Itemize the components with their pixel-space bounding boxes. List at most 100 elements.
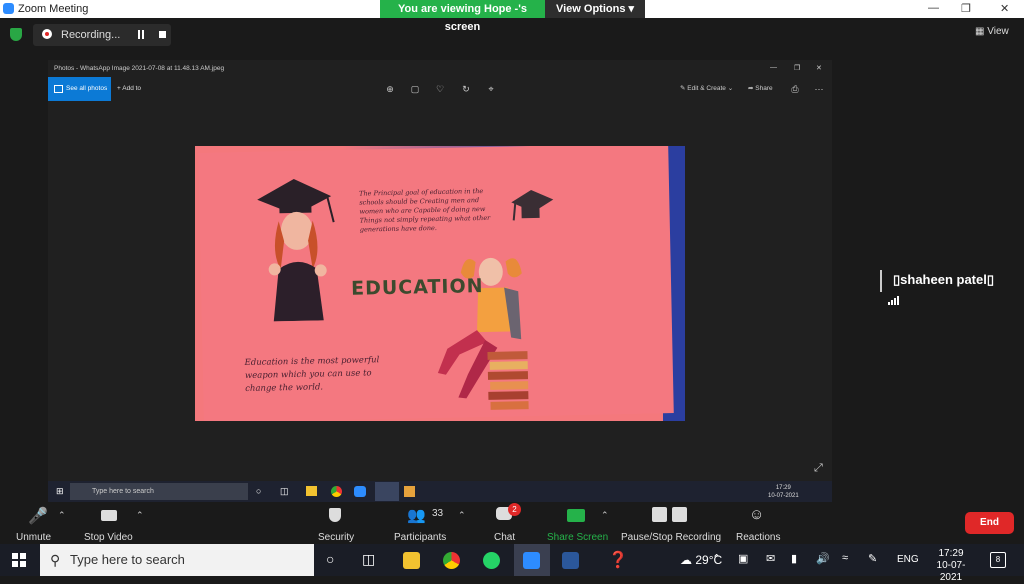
file-explorer-icon[interactable] bbox=[403, 552, 420, 569]
stop-recording-icon[interactable] bbox=[159, 31, 166, 38]
volume-icon[interactable]: 🔊 bbox=[816, 552, 830, 565]
see-all-label: See all photos bbox=[66, 85, 108, 92]
reactions-smiley-icon[interactable]: ☺ bbox=[749, 506, 764, 523]
minimize-icon[interactable]: — bbox=[928, 2, 939, 14]
edit-create-button[interactable]: ✎ Edit & Create ⌄ bbox=[680, 77, 733, 101]
taskbar-search-label: Type here to search bbox=[70, 552, 185, 567]
more-options-icon[interactable]: ⋯ bbox=[814, 84, 824, 94]
add-to-label: Add to bbox=[122, 85, 142, 92]
graduation-cap-drawing bbox=[511, 189, 554, 221]
photos-icon bbox=[54, 85, 63, 93]
video-camera-icon[interactable] bbox=[101, 510, 117, 521]
search-icon: ⚲ bbox=[50, 552, 61, 568]
shared-screen: Photos - WhatsApp Image 2021-07-08 at 11… bbox=[48, 60, 832, 502]
remote-media-icon[interactable] bbox=[404, 486, 415, 497]
close-icon[interactable]: ✕ bbox=[1000, 2, 1009, 15]
pause-recording-control-icon[interactable] bbox=[652, 507, 667, 522]
stop-video-button[interactable]: Stop Video bbox=[84, 532, 133, 543]
end-meeting-button[interactable]: End bbox=[965, 512, 1014, 534]
pen-icon[interactable]: ✎ bbox=[868, 552, 877, 565]
photo-image: The Principal goal of education in the s… bbox=[195, 146, 685, 421]
remote-taskbar: ⊞ Type here to search ○ ◫ 17:29 10-07-20… bbox=[48, 481, 832, 502]
remote-task-view-icon[interactable]: ◫ bbox=[280, 486, 289, 497]
edit-create-label: Edit & Create bbox=[687, 85, 726, 92]
taskbar-time: 17:29 bbox=[938, 548, 964, 559]
security-shield-icon[interactable] bbox=[329, 508, 341, 522]
input-language[interactable]: ENG bbox=[897, 544, 919, 576]
battery-icon[interactable]: ▮ bbox=[791, 552, 797, 565]
graduate-girl-drawing bbox=[257, 178, 335, 322]
cortana-icon[interactable]: ○ bbox=[326, 551, 334, 567]
photos-close-icon[interactable]: ✕ bbox=[816, 64, 822, 72]
mail-icon[interactable]: ✉ bbox=[766, 552, 775, 565]
participants-button[interactable]: Participants bbox=[394, 532, 446, 543]
taskbar-search-box[interactable]: ⚲ Type here to search bbox=[40, 544, 314, 576]
zoom-tray-icon[interactable]: ▣ bbox=[738, 552, 748, 565]
participants-chevron-icon[interactable]: ⌃ bbox=[458, 510, 466, 521]
rotate-icon[interactable]: ↻ bbox=[461, 84, 471, 94]
remote-photos-app-icon[interactable] bbox=[375, 482, 399, 501]
remote-file-explorer-icon[interactable] bbox=[306, 486, 317, 496]
restore-icon[interactable]: ❐ bbox=[961, 2, 971, 15]
photos-minimize-icon[interactable]: — bbox=[770, 64, 777, 71]
shield-icon[interactable] bbox=[10, 28, 22, 41]
see-all-photos-button[interactable]: See all photos bbox=[48, 77, 111, 101]
task-view-icon[interactable]: ◫ bbox=[362, 551, 375, 568]
share-screen-button[interactable]: Share Screen bbox=[547, 532, 608, 543]
remote-start-icon[interactable]: ⊞ bbox=[56, 486, 64, 497]
powerful-weapon-quote: Education is the most powerful weapon wh… bbox=[244, 355, 380, 395]
recording-bar: Recording... bbox=[33, 24, 171, 46]
reactions-button[interactable]: Reactions bbox=[736, 532, 780, 543]
video-options-chevron-icon[interactable]: ⌃ bbox=[136, 510, 144, 521]
zoom-app-icon[interactable] bbox=[523, 552, 540, 569]
photos-restore-icon[interactable]: ❐ bbox=[794, 64, 800, 72]
help-icon[interactable]: ❓ bbox=[608, 550, 628, 570]
zoom-in-icon[interactable]: ⊕ bbox=[385, 84, 395, 94]
photos-share-button[interactable]: ➦ Share bbox=[748, 77, 773, 101]
taskbar-clock[interactable]: 17:29 10-07-2021 bbox=[926, 548, 976, 584]
remote-chrome-icon[interactable] bbox=[331, 486, 342, 497]
participants-count: 33 bbox=[432, 508, 444, 519]
meeting-controls: 🎤 ⌃ Unmute ⌃ Stop Video Security 👥 33 ⌃ … bbox=[0, 502, 1024, 544]
word-icon[interactable] bbox=[562, 552, 579, 569]
edit-icon: ✎ bbox=[680, 85, 686, 92]
windows-taskbar: ⚲ Type here to search ○ ◫ ❓ ☁ 29°C ⌃ ▣ ✉… bbox=[0, 544, 1024, 583]
record-icon bbox=[42, 29, 52, 39]
fullscreen-icon[interactable]: ⤢ bbox=[814, 462, 823, 475]
favorite-heart-icon[interactable]: ♡ bbox=[435, 84, 445, 94]
wifi-icon[interactable]: ≈ bbox=[842, 552, 848, 564]
chrome-icon[interactable] bbox=[443, 552, 460, 569]
audio-options-chevron-icon[interactable]: ⌃ bbox=[58, 510, 66, 521]
view-options-button[interactable]: View Options ▾ bbox=[545, 0, 645, 18]
muted-microphone-icon[interactable]: 🎤 bbox=[28, 506, 48, 526]
participant-marker bbox=[880, 270, 882, 292]
whatsapp-icon[interactable] bbox=[483, 552, 500, 569]
chat-button[interactable]: Chat bbox=[494, 532, 515, 543]
participants-icon[interactable]: 👥 bbox=[407, 506, 426, 524]
chevron-down-icon: ⌄ bbox=[727, 85, 734, 92]
share-screen-icon[interactable] bbox=[567, 509, 585, 522]
add-to-button[interactable]: + Add to bbox=[117, 77, 141, 101]
pause-recording-icon[interactable] bbox=[137, 30, 145, 39]
stop-recording-control-icon[interactable] bbox=[672, 507, 687, 522]
remote-search-box[interactable]: Type here to search bbox=[70, 483, 248, 500]
remote-cortana-icon[interactable]: ○ bbox=[256, 486, 261, 496]
print-icon[interactable]: ⎙ bbox=[790, 84, 800, 94]
security-button[interactable]: Security bbox=[318, 532, 354, 543]
view-button[interactable]: ▦ View bbox=[975, 26, 1009, 37]
cloud-icon: ☁ bbox=[680, 553, 692, 567]
windows-start-icon[interactable] bbox=[12, 553, 26, 567]
poster-paper: The Principal goal of education in the s… bbox=[198, 146, 674, 421]
participant-name: ▯shaheen patel▯ bbox=[893, 272, 995, 287]
zoom-logo-icon bbox=[3, 3, 14, 14]
crop-icon[interactable]: ⌖ bbox=[486, 84, 496, 94]
notifications-icon[interactable]: 8 bbox=[990, 552, 1006, 568]
share-options-chevron-icon[interactable]: ⌃ bbox=[601, 510, 609, 521]
unmute-button[interactable]: Unmute bbox=[16, 532, 51, 543]
show-hidden-icons-chevron-icon[interactable]: ⌃ bbox=[712, 552, 721, 565]
pause-stop-recording-button[interactable]: Pause/Stop Recording bbox=[621, 532, 721, 543]
remote-zoom-icon[interactable] bbox=[354, 486, 366, 497]
window-title: Zoom Meeting bbox=[18, 3, 89, 15]
remote-date: 10-07-2021 bbox=[768, 493, 799, 499]
delete-icon[interactable]: ▢ bbox=[410, 84, 420, 94]
